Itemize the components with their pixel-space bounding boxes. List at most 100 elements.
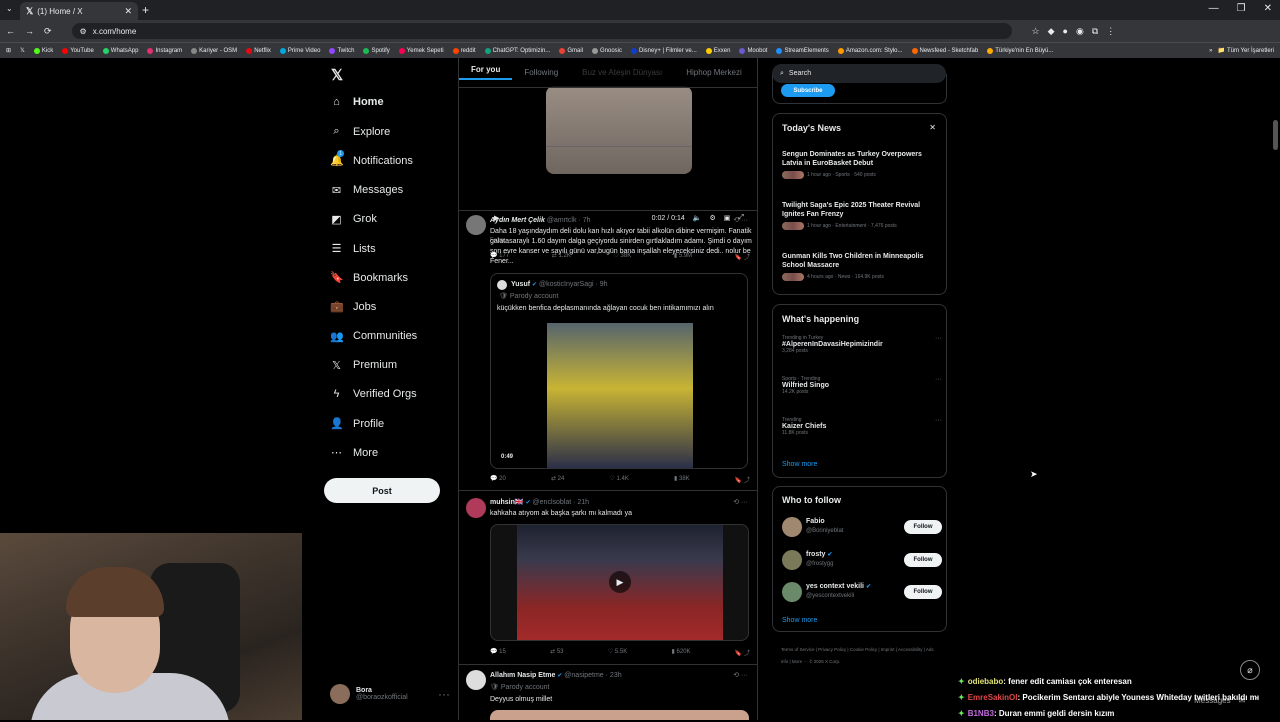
bookmark-item[interactable]: Yemek Sepeti [398,47,444,54]
extension-icon[interactable]: ● [1063,26,1068,37]
nav-item-premium[interactable]: 𝕏 Premium [330,359,397,372]
bookmark-item[interactable]: Newsfeed - Sketchfab [911,47,978,54]
nav-item-profile[interactable]: 👤 Profile [330,417,384,431]
bookmark-item[interactable]: ChatGPT: Optimizin... [484,47,550,54]
back-icon[interactable]: ← [6,26,15,36]
bookmark-item[interactable]: StreamElements [776,47,829,54]
bookmark-item[interactable]: Disney+ | Filmler ve... [631,47,697,54]
views-button[interactable]: ▮ 38K [674,475,690,484]
follow-suggestion[interactable]: yes context vekili ✔ @yescontextvekili Fol… [782,582,942,604]
nav-item-notifications[interactable]: 🔔 1 Notifications [330,150,413,167]
account-switcher[interactable]: Bora @boraozkofficial ··· [330,684,450,704]
play-icon[interactable]: ▶ [609,571,631,593]
tab-list[interactable]: Buz ve Ateşin Dünyası [570,68,674,77]
follow-suggestion[interactable]: Fabio @Boriniyeblat Follow [782,517,942,539]
nav-item-bookmarks[interactable]: 🔖 Bookmarks [330,271,408,285]
retweet-button[interactable]: ⇄ 53 [550,648,563,657]
bookmark-item[interactable]: Spotify [363,47,390,54]
bookmark-item[interactable]: Prime Video [279,47,320,54]
more-dots-icon[interactable]: ··· [935,376,942,383]
avatar[interactable] [466,498,486,518]
video-player[interactable] [547,323,693,468]
video-player[interactable]: ▶ [490,524,749,641]
video-player[interactable] [546,86,692,174]
show-more-link[interactable]: Show more [782,617,817,624]
close-icon[interactable]: ✕ [929,123,936,132]
minimize-button[interactable]: — [1209,3,1219,14]
nav-item-verified-orgs[interactable]: ϟ Verified Orgs [330,388,417,400]
trend-item[interactable]: Trending in Turkey #AlperenInDavasiHepimi… [782,335,942,354]
bookmark-x-icon[interactable]: 𝕏 [20,47,25,54]
tab-following[interactable]: Following [512,68,570,77]
nav-item-explore[interactable]: ⌕ Explore [330,125,390,138]
news-item[interactable]: Sengun Dominates as Turkey Overpowers La… [782,150,940,179]
nav-item-messages[interactable]: ✉ Messages [330,184,403,197]
tweet-author[interactable]: Aydın Mert Çelik [490,217,545,224]
reload-icon[interactable]: ⟳ [44,26,52,37]
tab-list[interactable]: Hiphop Merkezi [674,68,754,77]
apps-icon[interactable]: ⊞ [6,47,11,54]
tweet-image[interactable] [490,710,749,720]
nav-item-more[interactable]: ⋯ More [330,446,378,460]
bookmark-icon[interactable]: 🔖 ⤴ [735,475,750,484]
bookmark-item[interactable]: Moobot [739,47,767,54]
subscribe-button[interactable]: Subscribe [781,84,835,97]
follow-button[interactable]: Follow [904,552,942,567]
news-item[interactable]: Twilight Saga's Epic 2025 Theater Reviva… [782,201,940,230]
bookmark-item[interactable]: Netflix [246,47,271,54]
follow-button[interactable]: Follow [904,520,942,534]
bookmark-item[interactable]: WhatsApp [102,47,138,54]
bookmark-item[interactable]: YouTube [62,47,94,54]
follow-button[interactable]: Follow [904,585,942,599]
more-dots-icon[interactable]: ⟲ ··· [733,671,748,681]
x-logo-icon[interactable]: 𝕏 [331,66,343,84]
like-button[interactable]: ♡ 5.5K [608,648,627,657]
bookmark-item[interactable]: Gmail [559,47,583,54]
reply-button[interactable]: 💬 15 [490,648,506,657]
bookmark-item[interactable]: Türkiye'nin En Büyü... [987,47,1053,54]
video-progress[interactable] [546,146,692,147]
all-bookmarks[interactable]: » 📁 Tüm Yer İşaretleri [1209,47,1274,55]
bookmark-item[interactable]: Kariyer - OSM [191,47,237,54]
maximize-button[interactable]: ❐ [1237,3,1246,14]
tab-search-icon[interactable]: ⌄ [6,4,13,13]
bookmark-item[interactable]: reddit [452,47,476,54]
site-info-icon[interactable]: ⚙ [80,27,87,36]
bookmark-item[interactable]: Instagram [147,47,182,54]
trend-item[interactable]: Trending Kaizer Chiefs 11.8K posts ··· [782,417,942,436]
new-tab-button[interactable]: + [142,3,149,17]
tweet-author[interactable]: Allahım Nasip Etme [490,672,555,679]
nav-item-communities[interactable]: 👥 Communities [330,330,417,343]
close-window-button[interactable]: ✕ [1264,3,1272,14]
more-dots-icon[interactable]: ··· [935,335,942,342]
follow-suggestion[interactable]: frosty ✔ @frostygg Follow [782,549,942,572]
avatar[interactable] [466,670,486,690]
bookmark-item[interactable]: Gnoosic [591,47,622,54]
bookmark-item[interactable]: Amazon.com: Stylo... [837,47,903,54]
tweet-author[interactable]: muhsin🇬🇧 [490,499,524,506]
like-button[interactable]: ♡ 1.4K [610,475,629,484]
browser-tab[interactable]: 𝕏 (1) Home / X ✕ [20,2,138,20]
more-dots-icon[interactable]: ⟲ ··· [733,216,748,226]
news-item[interactable]: Gunman Kills Two Children in Minneapolis… [782,252,940,281]
close-tab-icon[interactable]: ✕ [124,6,132,17]
avatar[interactable] [466,215,486,235]
show-more-link[interactable]: Show more [782,461,817,468]
extension-icon[interactable]: ◆ [1048,26,1055,37]
footer-links[interactable]: Terms of Service | Privacy Policy | Cook… [781,644,941,668]
puzzle-icon[interactable]: ⧉ [1092,26,1098,37]
tab-for-you[interactable]: For you [459,65,513,80]
nav-item-home[interactable]: ⌂ Home [330,96,383,108]
nav-item-jobs[interactable]: 💼 Jobs [330,300,376,314]
reply-button[interactable]: 💬 20 [490,475,506,484]
extension-icon[interactable]: ◉ [1076,26,1084,37]
scrollbar[interactable] [1273,120,1278,150]
views-button[interactable]: ▮ 620K [672,648,691,657]
menu-icon[interactable]: ⋮ [1106,26,1115,37]
bookmark-item[interactable]: Twitch [329,47,354,54]
quoted-tweet[interactable]: Yusuf ✔ @kosticInyarSagi · 9h 🛡 Parody a… [490,273,748,469]
bookmark-item[interactable]: Kick [33,47,53,54]
bookmark-item[interactable]: Exxen [705,47,730,54]
more-dots-icon[interactable]: ··· [935,417,942,424]
more-dots-icon[interactable]: ··· [438,687,450,701]
